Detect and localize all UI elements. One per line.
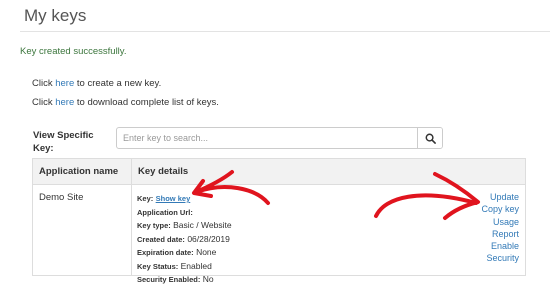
key-details-cell: Key: Show key Application Url: Key type:… (137, 192, 232, 287)
view-specific-key-label: View Specific Key: (33, 130, 94, 154)
key-search-group (116, 127, 443, 149)
enable-link[interactable]: Enable (481, 240, 519, 252)
column-divider (131, 159, 132, 275)
detail-key-status: Key Status: Enabled (137, 260, 232, 274)
download-suffix: to download complete list of keys. (74, 97, 219, 108)
detail-key-type: Key type: Basic / Website (137, 219, 232, 233)
title-divider (20, 31, 550, 32)
header-application-name: Application name (39, 166, 119, 177)
security-enabled-label: Security Enabled: (137, 275, 201, 284)
expiration-date-label: Expiration date: (137, 248, 194, 257)
security-enabled-value: No (202, 274, 214, 284)
download-keys-link[interactable]: here (55, 97, 74, 108)
success-message: Key created successfully. (20, 46, 127, 57)
application-url-label: Application Url: (137, 207, 193, 217)
download-keys-line: Click here to download complete list of … (32, 97, 219, 108)
detail-key: Key: Show key (137, 192, 232, 206)
created-date-label: Created date: (137, 234, 185, 244)
update-link[interactable]: Update (481, 191, 519, 203)
create-prefix: Click (32, 78, 56, 89)
key-status-value: Enabled (180, 260, 212, 271)
table-header-row: Application name Key details (33, 159, 525, 185)
copy-key-link[interactable]: Copy key (481, 203, 519, 215)
report-link[interactable]: Report (481, 228, 519, 240)
search-icon (425, 133, 436, 144)
expiration-date-value: None (196, 247, 217, 257)
application-name-cell: Demo Site (39, 192, 84, 203)
created-date-value: 06/28/2019 (187, 233, 230, 244)
my-keys-page: My keys Key created successfully. Click … (0, 0, 550, 298)
key-actions: Update Copy key Usage Report Enable Secu… (481, 191, 519, 265)
create-key-line: Click here to create a new key. (32, 78, 161, 89)
key-label: Key: (137, 194, 154, 203)
security-link[interactable]: Security (481, 252, 519, 264)
key-search-input[interactable] (117, 128, 417, 148)
page-title: My keys (24, 6, 87, 25)
key-type-value: Basic / Website (173, 220, 232, 230)
show-key-link[interactable]: Show key (156, 194, 191, 203)
detail-security-enabled: Security Enabled: No (137, 273, 232, 287)
key-type-label: Key type: (137, 221, 171, 230)
create-suffix: to create a new key. (74, 78, 162, 89)
detail-application-url: Application Url: (137, 206, 232, 220)
usage-link[interactable]: Usage (481, 216, 519, 228)
download-prefix: Click (32, 97, 56, 108)
detail-created-date: Created date: 06/28/2019 (137, 233, 232, 247)
keys-table: Application name Key details Demo Site K… (32, 158, 526, 284)
header-key-details: Key details (138, 166, 189, 177)
search-button[interactable] (417, 128, 442, 148)
create-key-link[interactable]: here (55, 78, 74, 89)
key-status-label: Key Status: (137, 261, 179, 271)
detail-expiration-date: Expiration date: None (137, 246, 232, 260)
